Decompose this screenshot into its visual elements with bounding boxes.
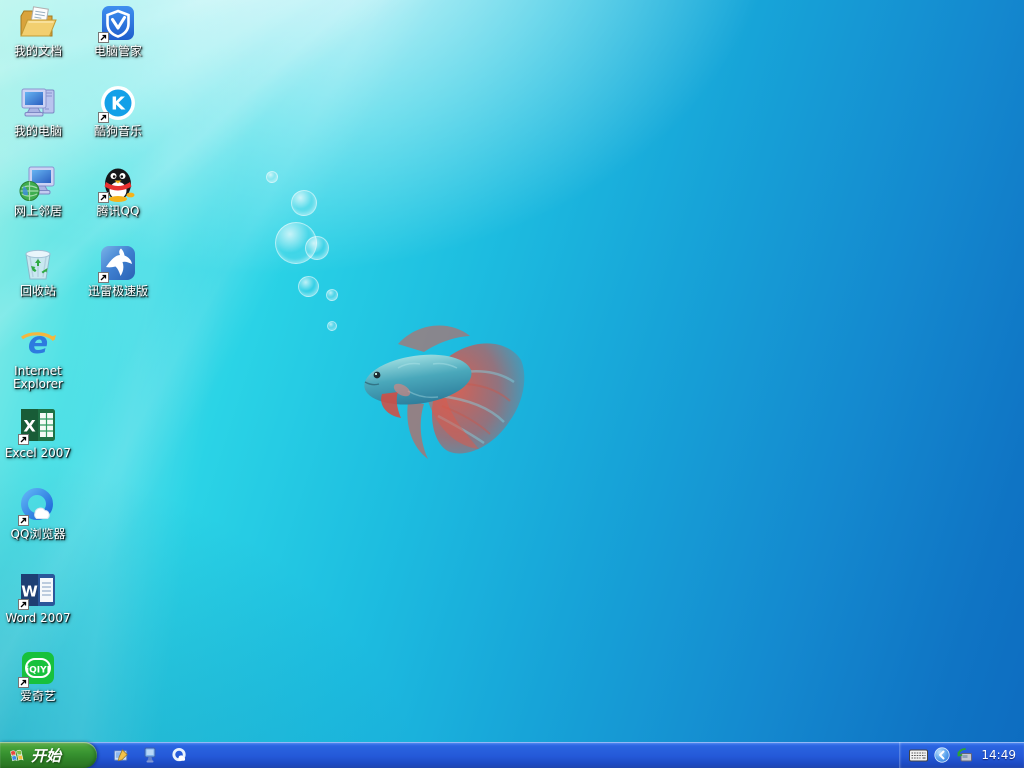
shortcut-arrow-icon <box>18 515 29 526</box>
pc-manager-icon <box>98 3 138 43</box>
word-2007-icon: W <box>18 570 58 610</box>
desktop-icon-my-computer[interactable]: 我的电脑 <box>0 83 76 138</box>
shortcut-arrow-icon <box>18 434 29 445</box>
qq-browser-quick-icon[interactable] <box>169 745 189 765</box>
desktop-icon-internet-explorer[interactable]: e Internet Explorer <box>0 323 76 391</box>
show-desktop-icon[interactable] <box>111 745 131 765</box>
svg-text:W: W <box>21 583 38 601</box>
my-computer-icon <box>18 83 58 123</box>
bubble <box>298 276 319 297</box>
desktop-icon-excel-2007[interactable]: X Excel 2007 <box>0 405 76 460</box>
media-monitor-icon[interactable] <box>140 745 160 765</box>
icon-label: 我的电脑 <box>13 124 62 138</box>
windows-logo-icon <box>10 749 24 762</box>
desktop-icon-recycle-bin[interactable]: 回收站 <box>0 243 76 298</box>
input-method-keyboard-icon[interactable] <box>909 749 929 762</box>
my-documents-icon <box>18 3 58 43</box>
shortcut-arrow-icon <box>18 677 29 688</box>
icon-label: 网上邻居 <box>13 204 62 218</box>
tencent-qq-icon <box>98 163 138 203</box>
quick-launch-bar <box>111 745 189 765</box>
qq-browser-icon <box>18 486 58 526</box>
shortcut-arrow-icon <box>18 599 29 610</box>
desktop-icon-qq-browser[interactable]: QQ浏览器 <box>0 486 76 541</box>
shortcut-arrow-icon <box>98 272 109 283</box>
icon-label: 腾讯QQ <box>96 204 140 218</box>
desktop-screen: 我的文档 电脑管家 我的电脑 K 酷狗音乐 网上邻居 腾讯QQ 回收站 迅雷极速… <box>0 0 1024 768</box>
icon-label: 爱奇艺 <box>19 689 56 703</box>
start-button[interactable]: 开始 <box>0 742 97 768</box>
start-button-label: 开始 <box>31 746 62 765</box>
icon-label: QQ浏览器 <box>10 527 66 541</box>
bubble <box>305 236 329 260</box>
svg-text:K: K <box>111 94 126 115</box>
svg-text:X: X <box>23 417 36 436</box>
desktop-icon-network-places[interactable]: 网上邻居 <box>0 163 76 218</box>
internet-explorer-icon: e <box>18 323 58 363</box>
icon-label: Word 2007 <box>5 611 71 625</box>
svg-text:e: e <box>28 326 48 361</box>
system-tray: 14:49 <box>899 742 1024 768</box>
icon-label: 我的文档 <box>13 44 62 58</box>
taskbar-clock: 14:49 <box>981 748 1016 762</box>
taskbar: 开始 14:49 <box>0 742 1024 768</box>
icon-label: 迅雷极速版 <box>87 284 148 298</box>
show-hidden-icons-chevron[interactable] <box>934 747 951 763</box>
desktop-icon-tencent-qq[interactable]: 腾讯QQ <box>80 163 156 218</box>
shortcut-arrow-icon <box>98 32 109 43</box>
shortcut-arrow-icon <box>98 112 109 123</box>
betta-fish-image <box>364 325 525 459</box>
shortcut-arrow-icon <box>98 192 109 203</box>
desktop-icon-iqiyi[interactable]: iQIYI 爱奇艺 <box>0 648 76 703</box>
bubble <box>327 321 337 331</box>
desktop-icon-word-2007[interactable]: W Word 2007 <box>0 570 76 625</box>
iqiyi-icon: iQIYI <box>18 648 58 688</box>
bubble <box>266 171 278 183</box>
thunder-speed-icon <box>98 243 138 283</box>
svg-text:iQIYI: iQIYI <box>26 666 50 676</box>
network-places-icon <box>18 163 58 203</box>
desktop-icon-pc-manager[interactable]: 电脑管家 <box>80 3 156 58</box>
bubble <box>326 289 338 301</box>
icon-label: Excel 2007 <box>4 446 72 460</box>
desktop-icon-kugou-music[interactable]: K 酷狗音乐 <box>80 83 156 138</box>
safely-remove-hardware-icon[interactable] <box>956 747 973 763</box>
bubble <box>291 190 317 216</box>
icon-label: 电脑管家 <box>93 44 142 58</box>
icon-label: Internet Explorer <box>13 364 63 391</box>
recycle-bin-icon <box>18 243 58 283</box>
desktop-icon-thunder-speed[interactable]: 迅雷极速版 <box>80 243 156 298</box>
excel-2007-icon: X <box>18 405 58 445</box>
icon-label: 回收站 <box>19 284 56 298</box>
desktop-icon-my-documents[interactable]: 我的文档 <box>0 3 76 58</box>
kugou-music-icon: K <box>98 83 138 123</box>
icon-label: 酷狗音乐 <box>93 124 142 138</box>
